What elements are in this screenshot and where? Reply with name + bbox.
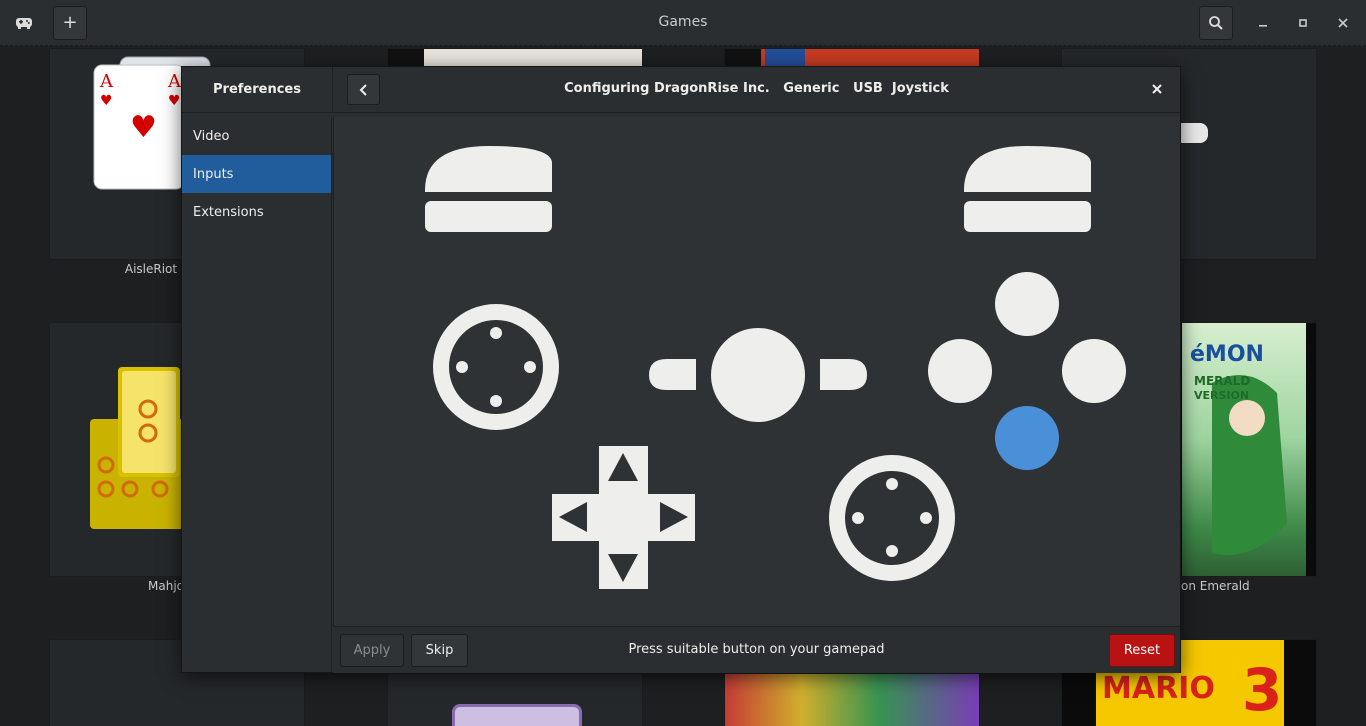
- close-icon: [1152, 84, 1162, 94]
- svg-text:♥: ♥: [130, 110, 157, 145]
- game-tile-boxart[interactable]: [724, 48, 980, 68]
- north-face-button: [995, 272, 1059, 336]
- instruction-text: Press suitable button on your gamepad: [628, 642, 885, 657]
- reset-button[interactable]: Reset: [1109, 634, 1175, 667]
- dialog-close-button[interactable]: [1146, 78, 1168, 100]
- home-button: [711, 328, 805, 422]
- select-button: [649, 359, 696, 390]
- minimize-button[interactable]: [1252, 12, 1274, 34]
- close-window-button[interactable]: [1332, 12, 1354, 34]
- svg-text:éMON: éMON: [1190, 342, 1264, 367]
- svg-text:♥: ♥: [168, 93, 181, 109]
- svg-text:MERALD: MERALD: [1194, 374, 1250, 388]
- svg-text:♥: ♥: [100, 93, 113, 109]
- east-face-button: [1062, 339, 1126, 403]
- window-title: Games: [658, 14, 708, 30]
- svg-text:A: A: [99, 71, 114, 92]
- game-label: on Emerald: [1181, 579, 1250, 593]
- preferences-title: Preferences: [182, 67, 333, 113]
- left-stick: [433, 304, 559, 430]
- dpad: [552, 446, 695, 589]
- dialog-title: Configuring DragonRise Inc. Generic USB …: [564, 81, 949, 96]
- close-icon: [1338, 18, 1348, 28]
- minimize-icon: [1259, 25, 1267, 27]
- game-tile-snes[interactable]: [724, 673, 980, 726]
- south-face-button: [995, 406, 1059, 470]
- header-bar: + Games: [0, 0, 1366, 46]
- preferences-sidebar: Video Inputs Extensions: [182, 117, 332, 673]
- right-bumper: [964, 201, 1091, 232]
- sidebar-item-video[interactable]: Video: [182, 117, 331, 155]
- start-button: [820, 359, 867, 390]
- west-face-button: [928, 339, 992, 403]
- search-icon: [1209, 16, 1223, 30]
- dialog-header: Configuring DragonRise Inc. Generic USB …: [333, 67, 1180, 113]
- right-stick: [829, 455, 955, 581]
- game-tile-handheld[interactable]: [387, 673, 643, 726]
- handheld-artwork: [452, 704, 582, 726]
- svg-text:MARIO: MARIO: [1102, 671, 1215, 706]
- right-trigger: [964, 146, 1091, 192]
- gamepad-diagram: [425, 146, 1126, 589]
- sidebar-item-inputs[interactable]: Inputs: [182, 155, 331, 193]
- left-trigger: [425, 146, 552, 192]
- svg-text:3: 3: [1242, 656, 1282, 724]
- svg-text:VERSION: VERSION: [1194, 389, 1249, 402]
- svg-text:A: A: [167, 71, 182, 92]
- search-button[interactable]: [1199, 6, 1233, 40]
- sidebar-item-extensions[interactable]: Extensions: [182, 193, 331, 231]
- boxart-artwork: [725, 674, 979, 726]
- maximize-button[interactable]: [1292, 12, 1314, 34]
- dialog-footer: Apply Skip Press suitable button on your…: [333, 626, 1180, 673]
- left-bumper: [425, 201, 552, 232]
- game-tile-ninja[interactable]: [387, 48, 643, 68]
- preferences-dialog: Preferences Configuring DragonRise Inc. …: [181, 66, 1181, 673]
- maximize-icon: [1299, 19, 1307, 27]
- gamepad-mapping-area: [333, 117, 1180, 626]
